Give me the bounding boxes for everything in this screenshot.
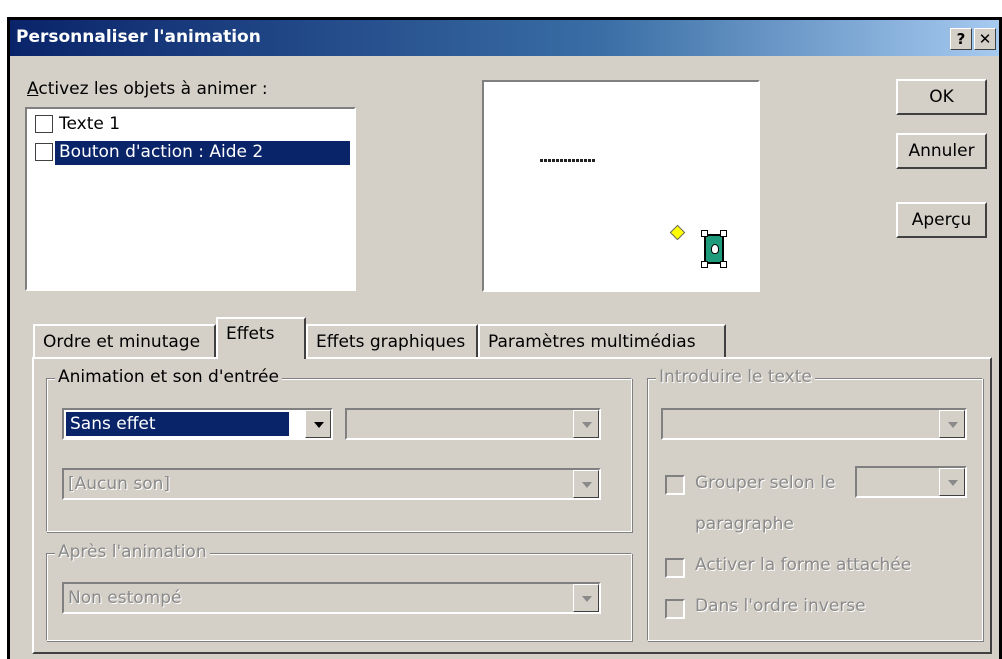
chevron-down-icon: [573, 584, 599, 612]
preview-text-placeholder: [540, 159, 596, 162]
entry-effect-value: Sans effet: [66, 412, 289, 436]
preview-button[interactable]: Aperçu: [896, 202, 987, 238]
list-item-texte-1[interactable]: Texte 1: [29, 111, 350, 138]
text-group-title: Introduire le texte: [656, 367, 815, 387]
list-item-checkbox[interactable]: [35, 115, 53, 133]
objects-label-text: ctivez les objets à animer :: [38, 79, 268, 99]
entry-animation-group: Animation et son d'entrée Sans effet [Au…: [46, 367, 632, 532]
after-group-title: Après l'animation: [55, 542, 210, 562]
adjust-handle-icon: [669, 224, 686, 241]
reverse-order-label: Dans l'ordre inverse: [695, 596, 866, 616]
tab-parametres-multimedias[interactable]: Paramètres multimédias: [478, 324, 726, 358]
dialog-title: Personnaliser l'animation: [16, 27, 261, 47]
chevron-down-icon: [573, 470, 599, 498]
help-button[interactable]: ?: [950, 28, 972, 50]
entry-sound-select: [Aucun son]: [62, 468, 601, 500]
group-by-checkbox: [665, 475, 685, 495]
text-intro-group: Introduire le texte Grouper selon le par…: [647, 367, 983, 641]
animate-attached-label: Activer la forme attachée: [695, 555, 912, 575]
slide-preview: [482, 80, 760, 292]
chevron-down-icon[interactable]: [305, 410, 331, 438]
list-item-label: Bouton d'action : Aide 2: [55, 141, 350, 165]
list-item-action-button[interactable]: Bouton d'action : Aide 2: [29, 139, 350, 166]
objects-label: Activez les objets à animer :: [27, 79, 268, 99]
objects-label-mnemonic: A: [27, 79, 39, 99]
tab-ordre-et-minutage[interactable]: Ordre et minutage: [33, 324, 216, 358]
entry-direction-select: [345, 408, 601, 440]
group-by-suffix: paragraphe: [695, 514, 794, 534]
group-level-select: [855, 466, 967, 498]
custom-animation-dialog: Personnaliser l'animation ? ✕ Activez le…: [7, 17, 1002, 659]
after-animation-group: Après l'animation Non estompé: [46, 542, 632, 641]
close-button[interactable]: ✕: [974, 28, 996, 50]
ok-button[interactable]: OK: [896, 79, 987, 115]
close-icon: ✕: [978, 30, 992, 48]
chevron-down-icon: [573, 410, 599, 438]
animate-attached-checkbox: [665, 558, 685, 578]
title-bar[interactable]: Personnaliser l'animation ? ✕: [10, 20, 999, 56]
entry-sound-value: [Aucun son]: [68, 474, 170, 494]
chevron-down-icon: [939, 468, 965, 496]
entry-effect-select[interactable]: Sans effet: [62, 408, 333, 440]
action-button-help-icon: [701, 230, 727, 268]
cancel-button[interactable]: Annuler: [896, 133, 987, 169]
after-animation-value: Non estompé: [68, 588, 182, 608]
objects-list[interactable]: Texte 1 Bouton d'action : Aide 2: [25, 107, 356, 291]
tab-effets[interactable]: Effets: [216, 317, 306, 359]
tab-effets-graphiques[interactable]: Effets graphiques: [306, 324, 478, 358]
list-item-checkbox[interactable]: [35, 143, 53, 161]
after-animation-select: Non estompé: [62, 582, 601, 614]
text-intro-select: [661, 408, 967, 440]
group-by-label: Grouper selon le: [695, 473, 836, 493]
effects-panel: Animation et son d'entrée Sans effet [Au…: [32, 357, 992, 654]
entry-group-title: Animation et son d'entrée: [55, 367, 282, 387]
list-item-label: Texte 1: [59, 114, 121, 134]
reverse-order-checkbox: [665, 599, 685, 619]
chevron-down-icon: [939, 410, 965, 438]
